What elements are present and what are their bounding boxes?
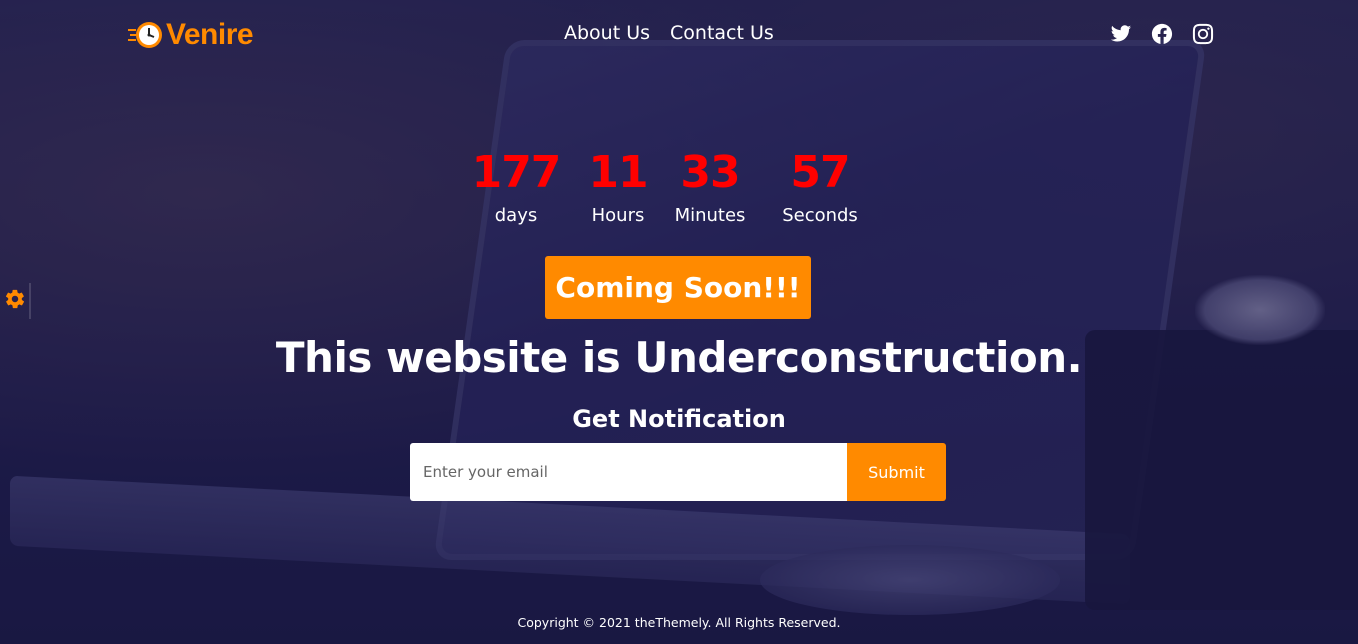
countdown-hours-label: Hours [591,205,645,226]
countdown-seconds: 57 Seconds [770,145,870,226]
background-overlay [0,0,1358,644]
footer-copyright: Copyright © 2021 theThemely. All Rights … [517,615,841,630]
brand-logo[interactable]: Venire [128,18,254,52]
coming-soon-badge: Coming Soon!!! [545,256,811,319]
notification-title: Get Notification [572,405,786,433]
subscribe-form: Submit [410,443,946,501]
email-input[interactable] [410,443,847,501]
countdown-days: 177 days [472,145,562,226]
gear-icon [4,288,26,315]
instagram-icon[interactable] [1192,23,1214,45]
countdown-hours-value: 11 [588,147,648,198]
page-headline: This website is Underconstruction. [275,333,1083,382]
countdown-days-label: days [494,205,538,226]
facebook-icon[interactable] [1151,23,1173,45]
countdown-minutes: 33 Minutes [660,145,760,226]
nav-link-about[interactable]: About Us [564,22,650,44]
countdown-timer: 177 days 11 Hours 33 Minutes 57 Seconds [472,145,870,226]
submit-button[interactable]: Submit [847,443,946,501]
background-image [0,0,1358,644]
nav-link-contact[interactable]: Contact Us [670,22,774,44]
countdown-hours: 11 Hours [564,145,672,226]
social-links [1110,23,1214,45]
countdown-minutes-label: Minutes [674,205,746,226]
twitter-icon[interactable] [1110,23,1132,45]
main-nav: About Us Contact Us [564,22,774,44]
countdown-minutes-value: 33 [680,147,740,198]
countdown-seconds-label: Seconds [782,205,858,226]
countdown-days-value: 177 [471,147,562,198]
settings-toggle[interactable] [0,283,31,319]
clock-icon [128,18,164,52]
countdown-seconds-value: 57 [790,147,850,198]
brand-name: Venire [166,18,254,51]
